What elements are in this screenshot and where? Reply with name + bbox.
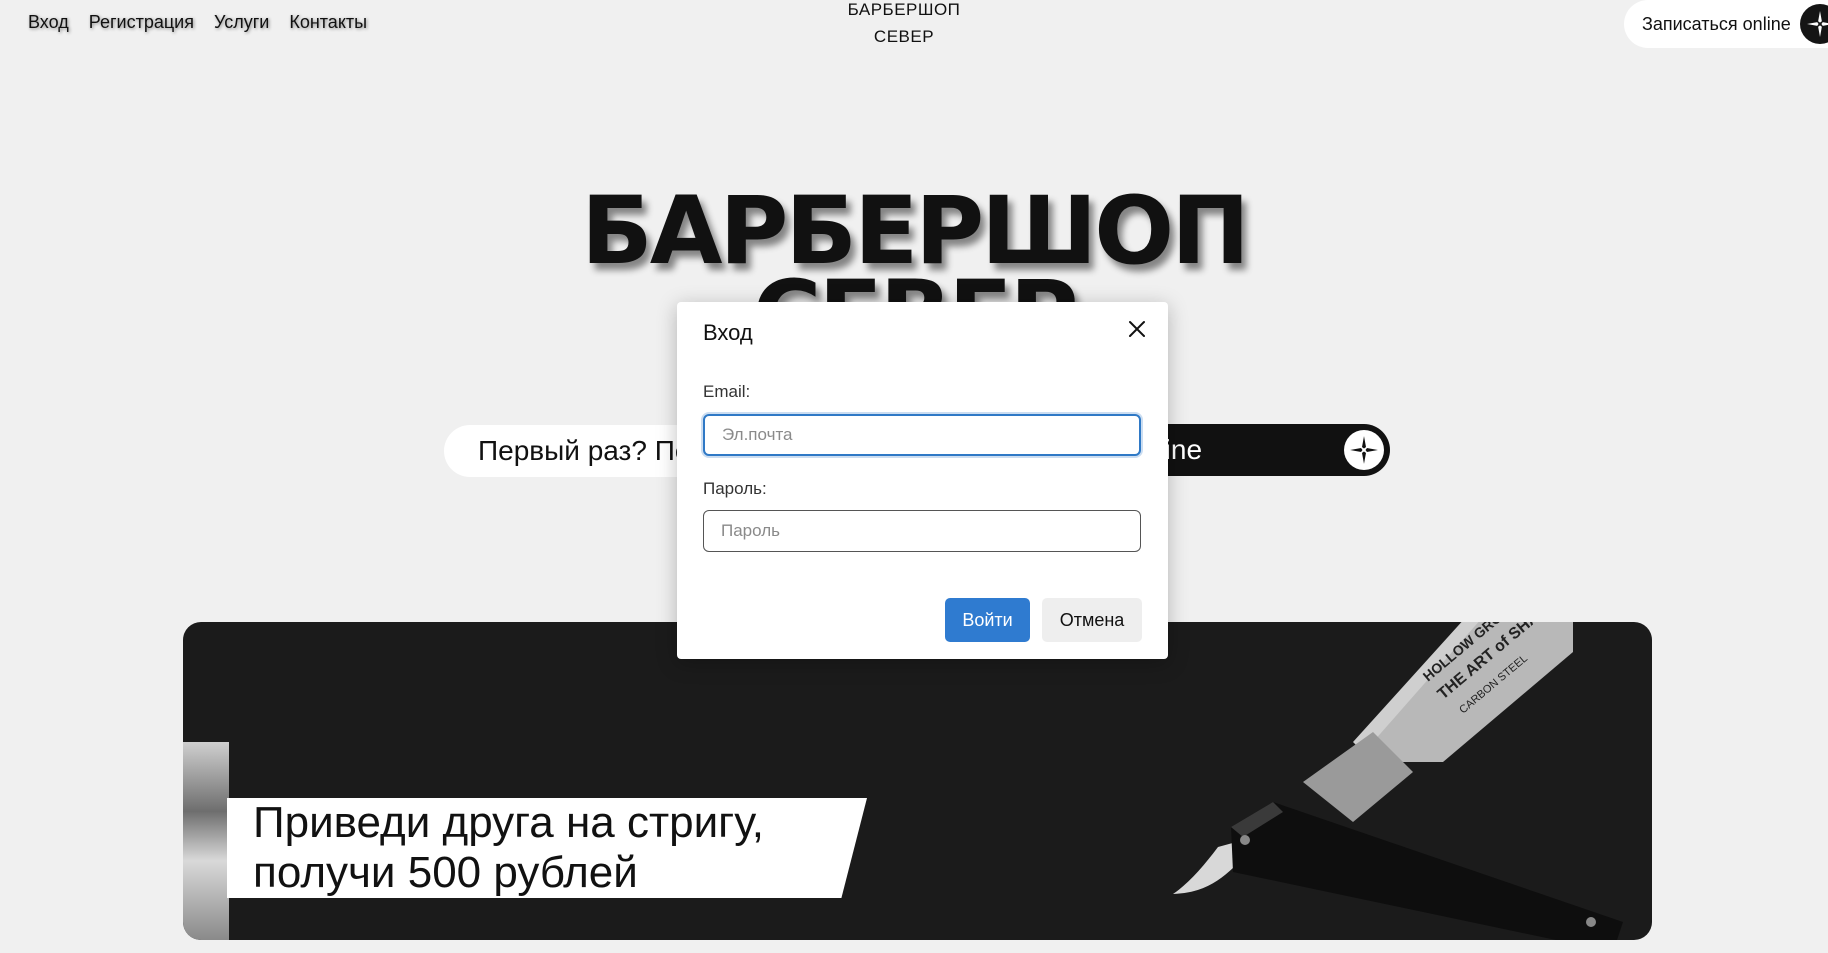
promo-line1: Приведи друга на стригу,: [253, 798, 765, 847]
barber-photo: [183, 742, 229, 940]
password-label: Пароль:: [703, 479, 767, 498]
cancel-button[interactable]: Отмена: [1042, 598, 1142, 642]
header-book-online-button[interactable]: Записаться online: [1624, 0, 1828, 48]
nav-register[interactable]: Регистрация: [89, 12, 194, 33]
first-time-label: Первый раз? Пе: [478, 435, 691, 466]
modal-title: Вход: [703, 320, 753, 345]
promo-line2: получи 500 рублей: [253, 848, 638, 897]
close-icon[interactable]: [1126, 318, 1148, 340]
login-modal: Вход Email: Пароль: Войти Отмена: [677, 302, 1168, 659]
brand-logo[interactable]: БАРБЕРШОП СЕВЕР: [848, 0, 961, 50]
nav-services[interactable]: Услуги: [214, 12, 269, 33]
promo-text-box: Приведи друга на стригу, получи 500 рубл…: [227, 798, 867, 898]
email-label: Email:: [703, 382, 751, 401]
password-field[interactable]: [703, 510, 1141, 552]
login-submit-button[interactable]: Войти: [945, 598, 1030, 642]
nav-contacts[interactable]: Контакты: [289, 12, 367, 33]
straight-razor-image: HOLLOW GROUND THE ART of SHAVING CARBON …: [1173, 622, 1623, 940]
promo-banner: Приведи друга на стригу, получи 500 рубл…: [183, 622, 1652, 940]
compass-icon: [1800, 4, 1828, 44]
header-book-label: Записаться online: [1642, 13, 1791, 34]
compass-icon: [1344, 430, 1384, 470]
nav-login[interactable]: Вход: [28, 12, 69, 33]
brand-line2: СЕВЕР: [873, 27, 935, 46]
top-nav: Вход Регистрация Услуги Контакты: [28, 12, 367, 33]
email-field[interactable]: [703, 414, 1141, 456]
brand-line1: БАРБЕРШОП: [847, 0, 961, 19]
